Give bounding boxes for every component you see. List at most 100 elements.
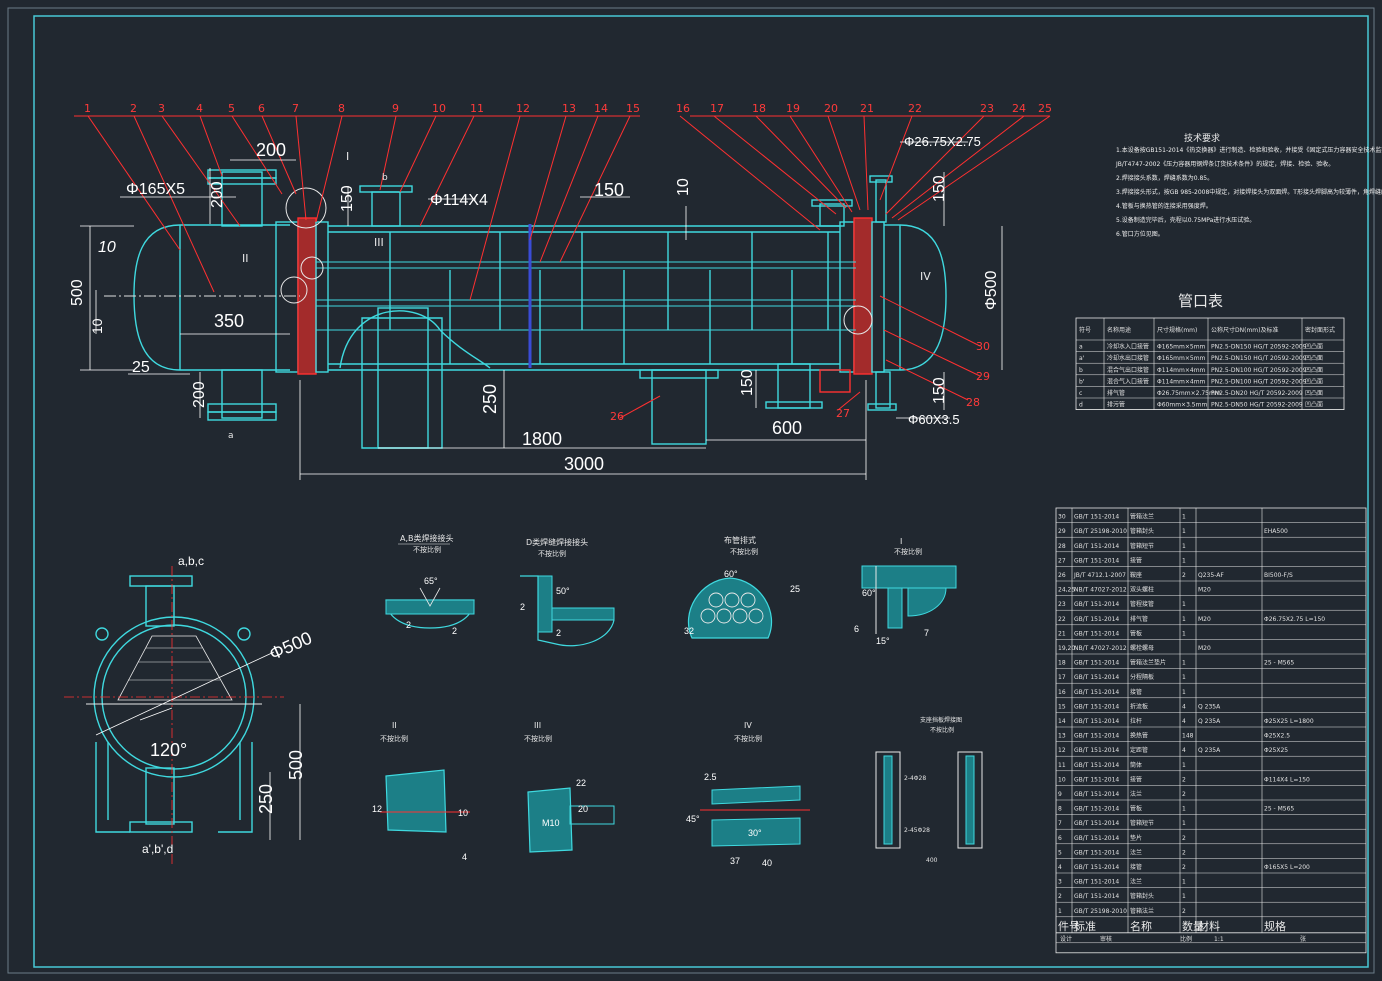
nozzle-cell: PN2.5-DN150 HG/T 20592-2009 (1211, 355, 1307, 362)
bom-cell: 26 (1058, 572, 1066, 579)
svg-text:60°: 60° (862, 588, 876, 598)
bom-cell: GB/T 151-2014 (1074, 557, 1119, 564)
balloon-29: 29 (976, 370, 990, 383)
dim-phi26: Φ26.75X2.75 (904, 134, 981, 149)
bom-cell: 接管 (1130, 775, 1142, 783)
dim-3000: 3000 (564, 454, 604, 474)
bom-cell: 换热管 (1130, 732, 1148, 740)
dim-1800: 1800 (522, 429, 562, 449)
left-tubesheet (297, 217, 317, 375)
bom-cell: 2 (1058, 893, 1062, 900)
tech-req-line: 6.管口方位见图。 (1116, 230, 1164, 238)
bom-cell: 7 (1058, 820, 1062, 827)
bom-cell: 双头螺柱 (1130, 586, 1154, 594)
detail-III: III 不按比例 22 20 M10 (524, 721, 615, 853)
svg-text:25: 25 (790, 584, 800, 594)
bom-cell: 15 (1058, 703, 1066, 710)
bom-cell: 排气管 (1130, 615, 1148, 623)
detail-d: D类焊缝焊接接头 不按比例 50° 2 2 (520, 537, 615, 647)
bom-cell: 1 (1182, 514, 1186, 521)
bom-cell: 28 (1058, 543, 1066, 550)
bom-cell: GB/T 151-2014 (1074, 660, 1119, 667)
bom-cell: 23 (1058, 601, 1066, 608)
bom-cell: GB/T 151-2014 (1074, 835, 1119, 842)
tube-bundle (117, 635, 233, 701)
bom-footer: 张 (1300, 935, 1306, 943)
balloon-21: 21 (860, 102, 874, 115)
dim-150-baffle: 150 (594, 180, 624, 200)
bom-cell: GB/T 151-2014 (1074, 849, 1119, 856)
svg-text:不按比例: 不按比例 (413, 545, 441, 554)
nozzle-c (875, 179, 887, 223)
bom-cell: 27 (1058, 557, 1066, 564)
nozzle-header: 符号 (1079, 326, 1091, 334)
bom-cell: GB/T 151-2014 (1074, 893, 1119, 900)
svg-text:32: 32 (684, 626, 694, 636)
bom-cell: 接管 (1130, 863, 1142, 871)
dim-phi60: Φ60X3.5 (908, 412, 960, 427)
bom-cell: 12 (1058, 747, 1066, 754)
bom-cell: Φ25X2.5 (1264, 733, 1290, 740)
detail-tube-layout: 布管排式 不按比例 60° 32 25 (684, 535, 800, 639)
bom-cell: 5 (1058, 849, 1062, 856)
detail-IV: IV 不按比例 2.5 45° 30° 37 40 (686, 721, 810, 868)
svg-text:65°: 65° (424, 576, 438, 586)
svg-text:II: II (392, 721, 397, 730)
nozzle-cell: Φ165mm×5mm (1157, 355, 1206, 362)
marker-I: I (346, 150, 349, 163)
nozzle-cell: b' (1079, 378, 1085, 385)
bom-cell: Φ165X5 L=200 (1264, 864, 1310, 871)
bom-cell: GB/T 151-2014 (1074, 791, 1119, 798)
balloon-11: 11 (470, 102, 484, 115)
bom-cell: 1 (1182, 616, 1186, 623)
bom-cell: GB/T 151-2014 (1074, 747, 1119, 754)
bom-cell: GB/T 151-2014 (1074, 703, 1119, 710)
dim-600: 600 (772, 418, 802, 438)
nozzle-cell: 凹凸面 (1305, 402, 1323, 409)
nozzle-cell: PN2.5-DN20 HG/T 20592-2009 (1211, 390, 1303, 397)
side-label-bottom: a',b',d (142, 842, 173, 856)
nozzle-cell: 排气管 (1107, 389, 1125, 397)
nozzle-d (875, 371, 891, 409)
bom-cell: 30 (1058, 514, 1066, 521)
svg-text:IV: IV (744, 721, 752, 730)
bom-cell: GB/T 151-2014 (1074, 543, 1119, 550)
bom-cell: 2 (1182, 572, 1186, 579)
balloon-12: 12 (516, 102, 530, 115)
bom-cell: GB/T 151-2014 (1074, 733, 1119, 740)
nozzle-cell: Φ60mm×3.5mm (1157, 402, 1207, 409)
bom-cell: 管箱法兰 (1130, 907, 1154, 915)
bill-of-materials: 30 GB/T 151-2014 管箱法兰 129 GB/T 25198-2010 管箱封… (1055, 507, 1367, 954)
svg-text:D类焊缝焊接接头: D类焊缝焊接接头 (526, 537, 588, 547)
balloon-17: 17 (710, 102, 724, 115)
svg-text:2.5: 2.5 (704, 772, 717, 782)
balloon-30: 30 (976, 340, 990, 353)
bom-cell: 4 (1182, 747, 1186, 754)
bom-cell: 垫片 (1130, 834, 1142, 842)
bom-cell: 2 (1182, 849, 1186, 856)
bom-cell: 3 (1058, 879, 1062, 886)
tech-req-lines: 1.本设备按GB151-2014《热交换器》进行制造、检验和验收，并接受《固定式… (1115, 146, 1382, 238)
dim-350: 350 (214, 311, 244, 331)
bom-cell: 管程接管 (1130, 600, 1154, 608)
bom-cell: 法兰 (1130, 848, 1142, 856)
bom-cell: JB/T 4712.1-2007 (1073, 572, 1126, 579)
right-saddle (651, 369, 707, 445)
dim-200-top: 200 (256, 140, 286, 160)
svg-text:M10: M10 (542, 818, 560, 828)
bom-cell: 22 (1058, 616, 1066, 623)
bom-cell: 管箱短节 (1130, 542, 1154, 550)
nozzle-cell: a' (1079, 355, 1085, 362)
bom-cell: 2 (1182, 791, 1186, 798)
dim-10-top: 10 (675, 178, 692, 196)
svg-text:2-45Φ28: 2-45Φ28 (904, 827, 930, 834)
balloon-20: 20 (824, 102, 838, 115)
nozzle-a-prime (221, 369, 263, 419)
dim-500-left: 500 (69, 279, 86, 306)
bom-cell: 1 (1182, 528, 1186, 535)
bom-cell: 螺栓螺母 (1130, 644, 1154, 652)
svg-text:7: 7 (924, 628, 929, 638)
svg-text:III: III (534, 721, 541, 730)
balloon-18: 18 (752, 102, 766, 115)
detail-II: II 不按比例 12 10 4 (372, 721, 470, 862)
